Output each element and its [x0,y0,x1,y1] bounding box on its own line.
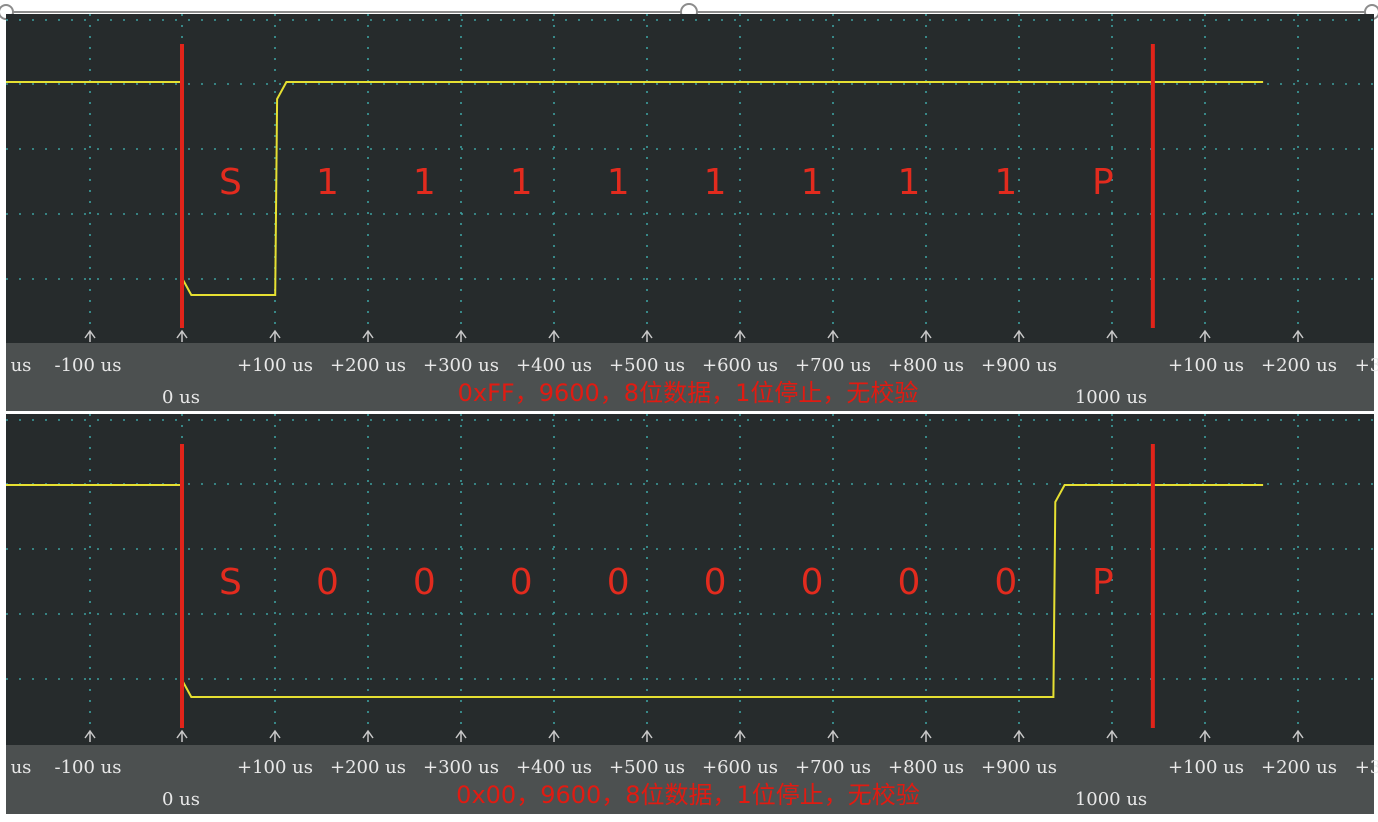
axis-tick-arrow [1106,329,1118,342]
tick-label: +800 us [888,355,964,376]
tick-label: +500 us [609,355,685,376]
axis-tick-arrow [641,329,653,342]
bit-label: 1 [316,162,339,203]
axis-tick-arrow [548,329,560,342]
time-axis-bar: us -100 us +100 us +200 us +300 us +400 us +50… [6,343,1378,411]
scope-panel-0xff: S 1 1 1 1 1 1 1 1 P us -100 us +100 us +200 us +300 u… [6,14,1378,411]
bit-label: 0 [994,562,1017,603]
axis-tick-arrow [827,729,839,742]
bit-label: 0 [898,562,921,603]
tick-label: +100 us [237,355,313,376]
axis-tick-arrow [734,329,746,342]
tick-label: +100 us [1168,355,1244,376]
tick-label: us [10,757,32,778]
axis-tick-arrow [920,329,932,342]
axis-tick-arrow [362,329,374,342]
bit-label: 1 [994,162,1017,203]
bit-label: P [1092,162,1114,203]
axis-tick-arrow [641,729,653,742]
bit-label: S [219,162,242,203]
tick-label: +200 us [330,757,406,778]
axis-tick-arrow [1199,329,1211,342]
tick-label: +100 us [1168,757,1244,778]
axis-tick-arrow [1292,729,1304,742]
axis-tick-arrow [1013,729,1025,742]
tick-label: -100 us [54,355,122,376]
tick-label: +200 us [330,355,406,376]
axis-tick-arrow [455,329,467,342]
bit-label: 1 [801,162,824,203]
tick-label: -100 us [54,757,122,778]
bit-label: P [1092,562,1114,603]
tick-label: +600 us [702,355,778,376]
bit-label: 0 [607,562,630,603]
tick-label: +3 [1354,355,1378,376]
axis-tick-arrow [269,329,281,342]
waveform-plot-0x00: S 0 0 0 0 0 0 0 0 P [6,414,1374,742]
tick-label: +200 us [1261,757,1337,778]
axis-tick-arrow [1013,329,1025,342]
tick-label: +400 us [516,757,592,778]
tick-label: +3 [1354,757,1378,778]
tick-label-1000: 1000 us [1074,789,1148,810]
tick-label: +200 us [1261,355,1337,376]
axis-tick-arrow [1106,729,1118,742]
tick-label: +100 us [237,757,313,778]
axis-tick-arrow [84,329,96,342]
axis-tick-arrow [827,329,839,342]
axis-tick-arrow [84,729,96,742]
tick-label: +300 us [423,355,499,376]
tick-label: us [10,355,32,376]
tick-label-1000: 1000 us [1074,387,1148,408]
axis-tick-arrow [1292,329,1304,342]
bit-label: 1 [413,162,436,203]
tick-label: +700 us [795,757,871,778]
bit-label: 1 [607,162,630,203]
bit-label: 0 [413,562,436,603]
bit-label: 0 [704,562,727,603]
axis-tick-arrow [734,729,746,742]
tick-label-zero: 0 us [161,789,201,810]
bit-label: 0 [316,562,339,603]
waveform-caption: 0xFF，9600，8位数据，1位停止，无校验 [457,379,919,407]
bit-label: 1 [510,162,533,203]
tick-label: +300 us [423,757,499,778]
tick-label: +600 us [702,757,778,778]
tick-label: +800 us [888,757,964,778]
axis-tick-arrow [920,729,932,742]
axis-tick-arrow [176,329,188,342]
axis-tick-arrow [362,729,374,742]
bit-label: 1 [704,162,727,203]
waveform-caption: 0x00，9600，8位数据，1位停止，无校验 [456,781,920,809]
axis-tick-arrow [269,729,281,742]
bit-label: 0 [801,562,824,603]
time-axis-bar: us -100 us +100 us +200 us +300 us +400 us +50… [6,745,1378,814]
tick-label: +900 us [981,757,1057,778]
bit-label: 1 [898,162,921,203]
signal-trace [6,81,1264,296]
axis-tick-arrow [455,729,467,742]
waveform-plot-0xff: S 1 1 1 1 1 1 1 1 P [6,14,1374,342]
bit-label: 0 [510,562,533,603]
tick-label: +400 us [516,355,592,376]
scope-panel-0x00: S 0 0 0 0 0 0 0 0 P us -100 us +100 us +200 us +300 u… [6,414,1378,814]
tick-label-zero: 0 us [161,387,201,408]
tick-label: +700 us [795,355,871,376]
signal-trace [6,484,1264,698]
tick-label: +900 us [981,355,1057,376]
axis-tick-arrow [176,729,188,742]
axis-tick-arrow [548,729,560,742]
tick-label: +500 us [609,757,685,778]
axis-tick-arrow [1199,729,1211,742]
bit-label: S [219,562,242,603]
